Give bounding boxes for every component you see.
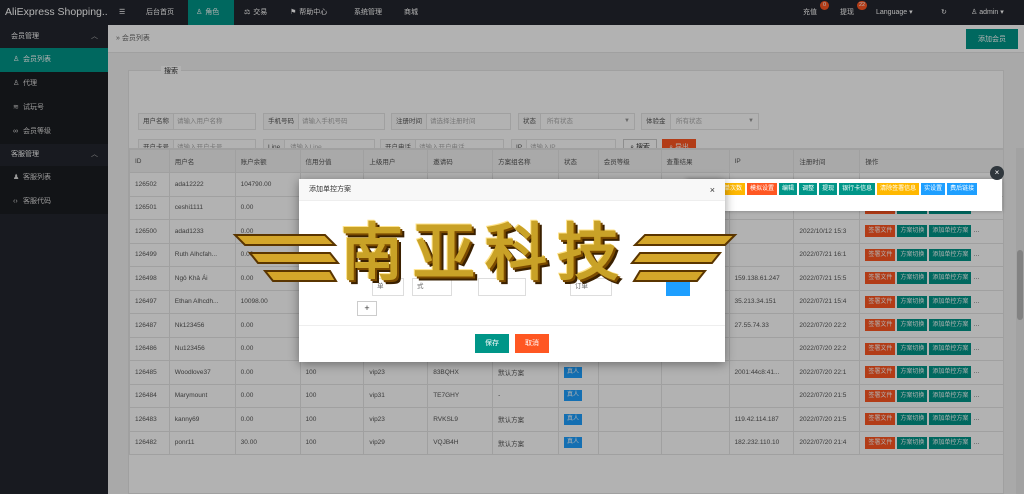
popup-action-button[interactable]: 调整 (799, 183, 818, 195)
watermark-text: 南亚科技 (340, 216, 629, 289)
popup-action-button[interactable]: 编辑 (779, 183, 798, 195)
modal-title: 添加单控方案 (309, 186, 351, 193)
popup-action-button[interactable]: 银行卡信息 (839, 183, 876, 195)
popup-action-button[interactable]: 模拟设置 (747, 183, 778, 195)
watermark-logo: 南亚科技 (230, 205, 740, 300)
cancel-button[interactable]: 取消 (515, 334, 549, 353)
add-row-button[interactable]: + (357, 301, 377, 316)
popup-close-icon[interactable]: × (990, 166, 1004, 180)
popup-action-button[interactable]: 清除签署信息 (877, 183, 920, 195)
modal-header: 添加单控方案 × (299, 179, 725, 201)
popup-action-button[interactable]: 实设置 (921, 183, 946, 195)
close-icon[interactable]: × (710, 179, 715, 201)
modal-divider (299, 325, 725, 326)
save-button[interactable]: 保存 (475, 334, 509, 353)
popup-action-button[interactable]: 提现 (819, 183, 838, 195)
popup-action-button[interactable]: 费后链接 (947, 183, 978, 195)
